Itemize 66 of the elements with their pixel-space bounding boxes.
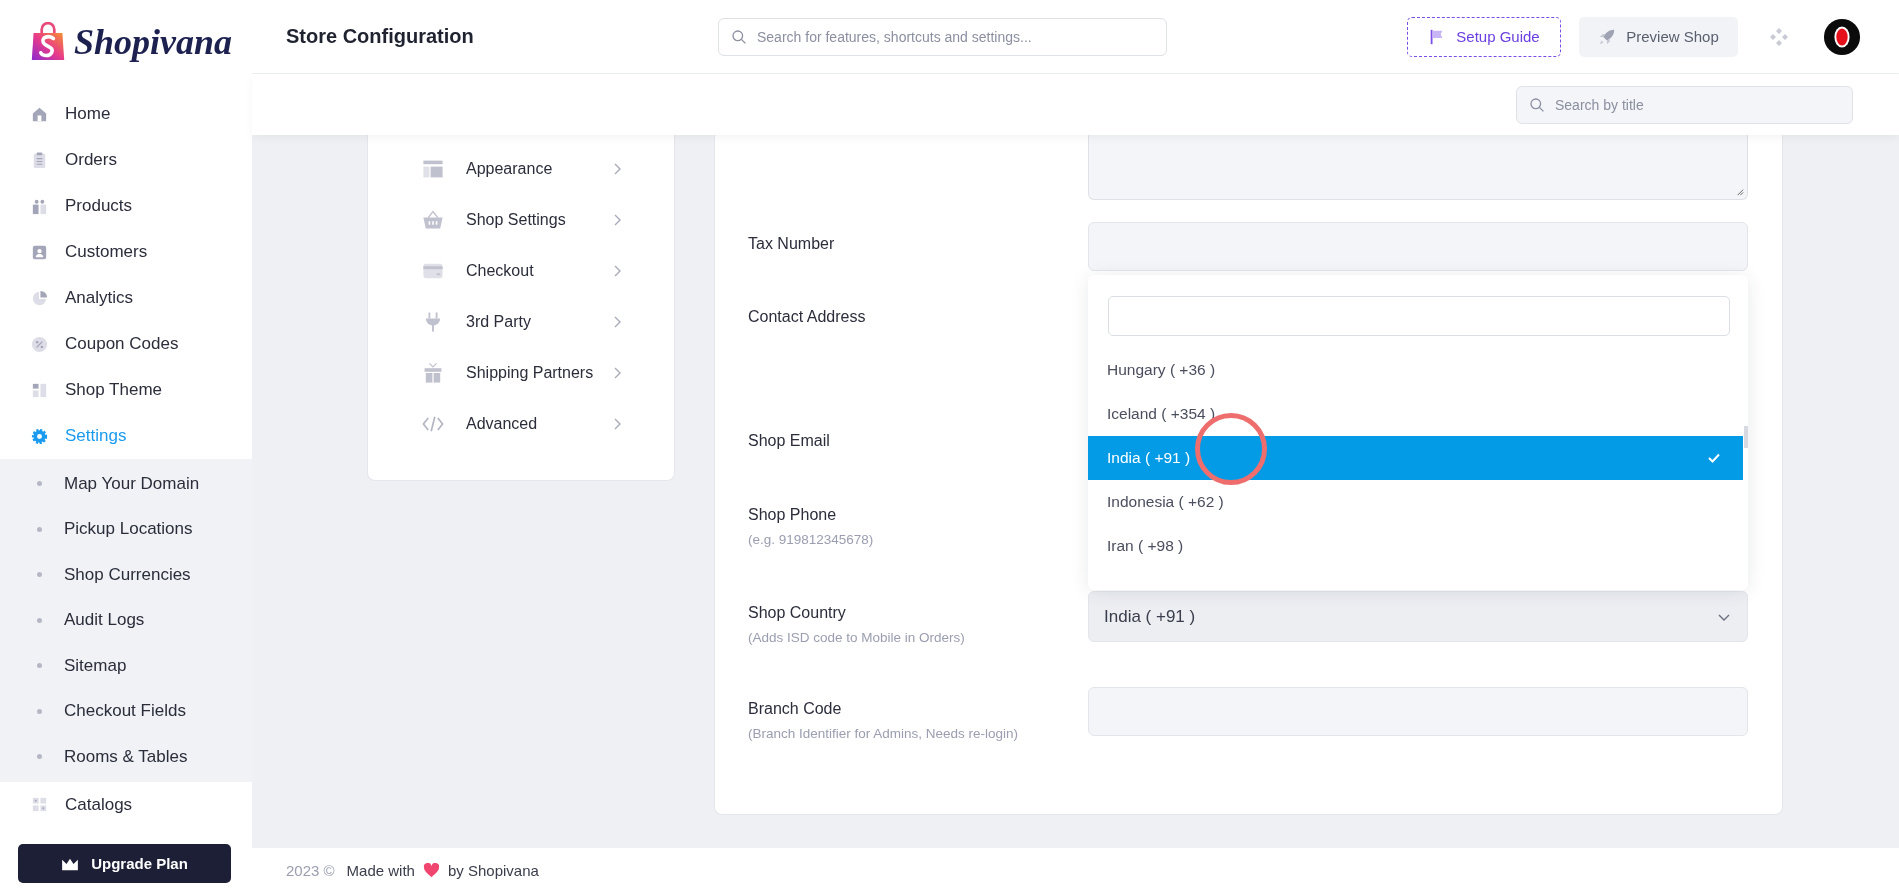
setup-guide-button[interactable]: Setup Guide [1407, 16, 1561, 57]
dropdown-option[interactable]: Hungary ( +36 ) [1088, 348, 1743, 392]
sidebar-subitem[interactable]: Shop Currencies [0, 552, 252, 598]
footer-text: Made with [346, 861, 415, 879]
field-label: Tax Number [748, 235, 835, 253]
settings-menu-item[interactable]: 3rd Party [368, 296, 674, 347]
percent-icon [30, 334, 49, 354]
footer-text: by Shopivana [447, 861, 539, 879]
sidebar-subitem[interactable]: Sitemap [0, 643, 252, 689]
scrollbar[interactable] [1744, 426, 1748, 448]
input-field[interactable] [1088, 222, 1748, 271]
sidebar-item[interactable]: Home [0, 91, 252, 137]
chevron-right-icon [612, 416, 622, 431]
brand-name: Shopivana [74, 20, 233, 63]
dropdown-option[interactable]: Indonesia ( +62 ) [1088, 480, 1743, 524]
grid-icon [30, 795, 49, 814]
field-hint: (Branch Identifier for Admins, Needs re-login) [748, 726, 1019, 741]
sidebar-subitem[interactable]: Audit Logs [0, 597, 252, 643]
sidebar-item[interactable]: Catalogs [0, 781, 252, 828]
field-hint: (e.g. 919812345678) [748, 532, 874, 547]
sidebar-item[interactable]: Analytics [0, 275, 252, 321]
sidebar-item[interactable]: Orders [0, 137, 252, 183]
chevron-right-icon [612, 314, 622, 329]
sidebar-subitem[interactable]: Rooms & Tables [0, 734, 252, 780]
country-select[interactable]: India ( +91 ) [1088, 591, 1748, 642]
chevron-right-icon [612, 161, 622, 176]
input-field[interactable] [1088, 687, 1748, 736]
search-icon [731, 28, 747, 45]
heart-icon [422, 862, 440, 878]
field-hint: (Adds ISD code to Mobile in Orders) [748, 630, 965, 645]
settings-menu-item[interactable]: Advanced [368, 398, 674, 449]
sidebar-item[interactable]: Coupon Codes [0, 321, 252, 367]
preview-shop-button[interactable]: Preview Shop [1579, 16, 1738, 57]
copyright-year: 2023 © [286, 861, 335, 879]
chevron-right-icon [612, 212, 622, 227]
checkmark-icon [1707, 452, 1721, 464]
search-field[interactable]: Search for features, shortcuts and settings... [718, 17, 1167, 56]
dropdown-option[interactable]: Iran ( +98 ) [1088, 524, 1743, 568]
pie-chart-icon [30, 288, 49, 308]
field-label: Branch Code [748, 700, 842, 718]
settings-menu-item[interactable]: Shop Settings [368, 194, 674, 245]
field-label: Shop Country [748, 604, 846, 622]
field-label: Shop Email [748, 432, 830, 450]
sidebar-subitem[interactable]: Pickup Locations [0, 506, 252, 552]
sidebar-item[interactable]: Products [0, 183, 252, 229]
sidebar-item[interactable]: Shop Theme [0, 367, 252, 413]
resize-handle-icon[interactable] [1735, 187, 1744, 196]
avatar[interactable] [1823, 17, 1861, 56]
settings-icon [30, 426, 49, 446]
dropdown-search-field[interactable] [1108, 296, 1730, 336]
settings-menu-item[interactable]: Shipping Partners [368, 347, 674, 398]
settings-menu-item[interactable]: Appearance [368, 143, 674, 194]
field-label: Contact Address [748, 308, 866, 326]
settings-menu-item[interactable]: Checkout [368, 245, 674, 296]
sidebar-subitem[interactable]: Checkout Fields [0, 688, 252, 734]
search-field[interactable]: Search by title [1516, 85, 1853, 124]
upgrade-plan-button[interactable]: Upgrade Plan [18, 844, 231, 883]
search-icon [1529, 96, 1545, 113]
sidebar-subitem[interactable]: Map Your Domain [0, 461, 252, 507]
chevron-right-icon [612, 365, 622, 380]
page-title: Store Configuration [286, 25, 475, 48]
shopping-bag-logo-icon [30, 21, 66, 62]
rocket-icon [1598, 27, 1617, 46]
field-label: Shop Phone [748, 506, 837, 524]
chevron-right-icon [612, 263, 622, 278]
sidebar-item[interactable]: Customers [0, 229, 252, 275]
